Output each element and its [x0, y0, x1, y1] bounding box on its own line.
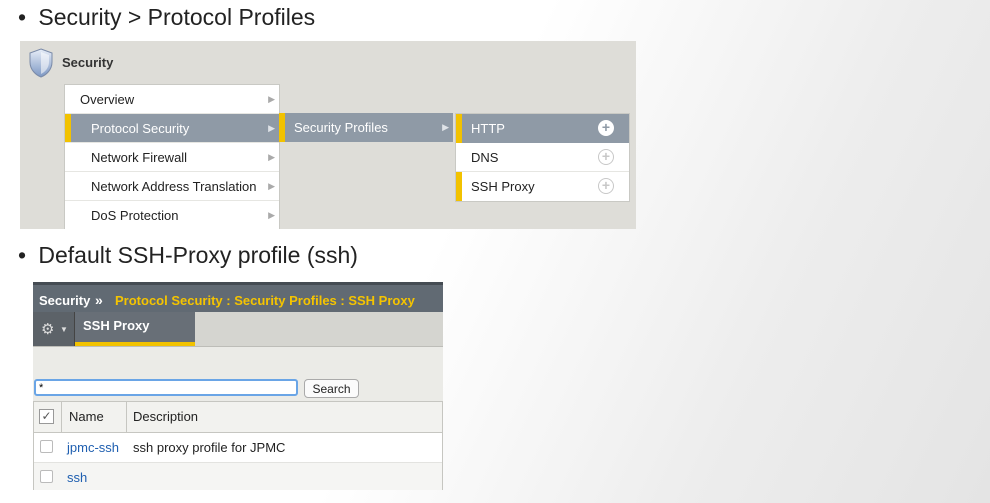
- column-divider: [61, 402, 62, 432]
- menu-item-network-address-translation[interactable]: Network Address Translation ▶: [65, 172, 279, 201]
- menu-item-overview[interactable]: Overview ▶: [65, 85, 279, 114]
- menu-item-label: SSH Proxy: [471, 179, 535, 194]
- tab-label: SSH Proxy: [83, 318, 150, 333]
- menu-item-ssh-proxy[interactable]: SSH Proxy +: [456, 172, 629, 201]
- select-all-checkbox[interactable]: ✓: [39, 409, 54, 424]
- column-divider: [126, 402, 127, 432]
- add-icon[interactable]: +: [598, 149, 614, 165]
- profile-name-link[interactable]: jpmc-ssh: [67, 440, 119, 455]
- menu-item-dos-protection[interactable]: DoS Protection ▶: [65, 201, 279, 229]
- tab-bar: ⚙ ▼ SSH Proxy: [33, 312, 443, 347]
- shield-icon: [29, 48, 53, 78]
- profile-description: ssh proxy profile for JPMC: [133, 440, 286, 455]
- bullet-heading-2: • Default SSH-Proxy profile (ssh): [18, 242, 358, 269]
- arrow-right-icon: ▶: [442, 122, 449, 132]
- add-icon[interactable]: +: [598, 178, 614, 194]
- table-row: ssh: [34, 463, 442, 490]
- menu-item-label: HTTP: [471, 121, 505, 136]
- arrow-right-icon: ▶: [268, 181, 275, 191]
- menu-item-label: Overview: [80, 92, 135, 107]
- profiles-table: ✓ Name Description jpmc-ssh ssh proxy pr…: [33, 401, 443, 490]
- bullet-text: Default SSH-Proxy profile (ssh): [38, 242, 358, 268]
- arrow-right-icon: ▶: [268, 152, 275, 162]
- menu-level-1: Overview ▶ Protocol Security ▶ Network F…: [64, 84, 280, 229]
- menu-item-security-profiles[interactable]: Security Profiles ▶: [279, 113, 453, 142]
- breadcrumb-root[interactable]: Security: [39, 293, 90, 308]
- menu-item-label: DoS Protection: [91, 208, 179, 223]
- profile-name-link[interactable]: ssh: [67, 470, 87, 485]
- bullet-text: Security > Protocol Profiles: [38, 4, 316, 30]
- arrow-right-icon: ▶: [268, 210, 275, 220]
- arrow-right-icon: ▶: [268, 94, 275, 104]
- menu-level-2: Security Profiles ▶: [279, 113, 453, 142]
- menu-item-label: Network Firewall: [91, 150, 188, 165]
- menu-item-label: Protocol Security: [91, 121, 190, 136]
- add-icon[interactable]: +: [598, 120, 614, 136]
- column-header-name[interactable]: Name: [69, 409, 104, 424]
- caret-down-icon: ▼: [60, 325, 68, 334]
- breadcrumb-separator: »: [95, 292, 103, 308]
- arrow-right-icon: ▶: [268, 123, 275, 133]
- menu-item-network-firewall[interactable]: Network Firewall ▶: [65, 143, 279, 172]
- ssh-proxy-list-screenshot: Security » Protocol Security : Security …: [33, 282, 443, 490]
- menu-item-label: Network Address Translation: [91, 179, 257, 194]
- menu-level-3: HTTP + DNS + SSH Proxy +: [455, 113, 630, 202]
- table-header: ✓ Name Description: [34, 402, 442, 433]
- bullet-heading-1: • Security > Protocol Profiles: [18, 4, 315, 31]
- search-button[interactable]: Search: [304, 379, 359, 398]
- gear-menu-button[interactable]: ⚙ ▼: [33, 312, 75, 346]
- bullet-dot: •: [18, 242, 27, 268]
- row-checkbox[interactable]: [40, 470, 53, 483]
- column-header-description[interactable]: Description: [133, 409, 198, 424]
- security-menu-screenshot: Security Overview ▶ Protocol Security ▶ …: [20, 41, 636, 229]
- menu-item-protocol-security[interactable]: Protocol Security ▶: [65, 114, 279, 143]
- tab-ssh-proxy[interactable]: SSH Proxy: [75, 312, 195, 346]
- menu-item-dns[interactable]: DNS +: [456, 143, 629, 172]
- search-input[interactable]: [34, 379, 298, 396]
- breadcrumb-path[interactable]: Protocol Security : Security Profiles : …: [115, 293, 415, 308]
- menu-item-label: Security Profiles: [294, 120, 388, 135]
- breadcrumb: Security » Protocol Security : Security …: [33, 282, 443, 316]
- bullet-dot: •: [18, 4, 27, 30]
- menu-item-label: DNS: [471, 150, 499, 165]
- row-checkbox[interactable]: [40, 440, 53, 453]
- gear-icon: ⚙: [41, 321, 55, 338]
- security-menu-title: Security: [62, 55, 114, 70]
- table-row: jpmc-ssh ssh proxy profile for JPMC: [34, 433, 442, 463]
- menu-item-http[interactable]: HTTP +: [456, 114, 629, 143]
